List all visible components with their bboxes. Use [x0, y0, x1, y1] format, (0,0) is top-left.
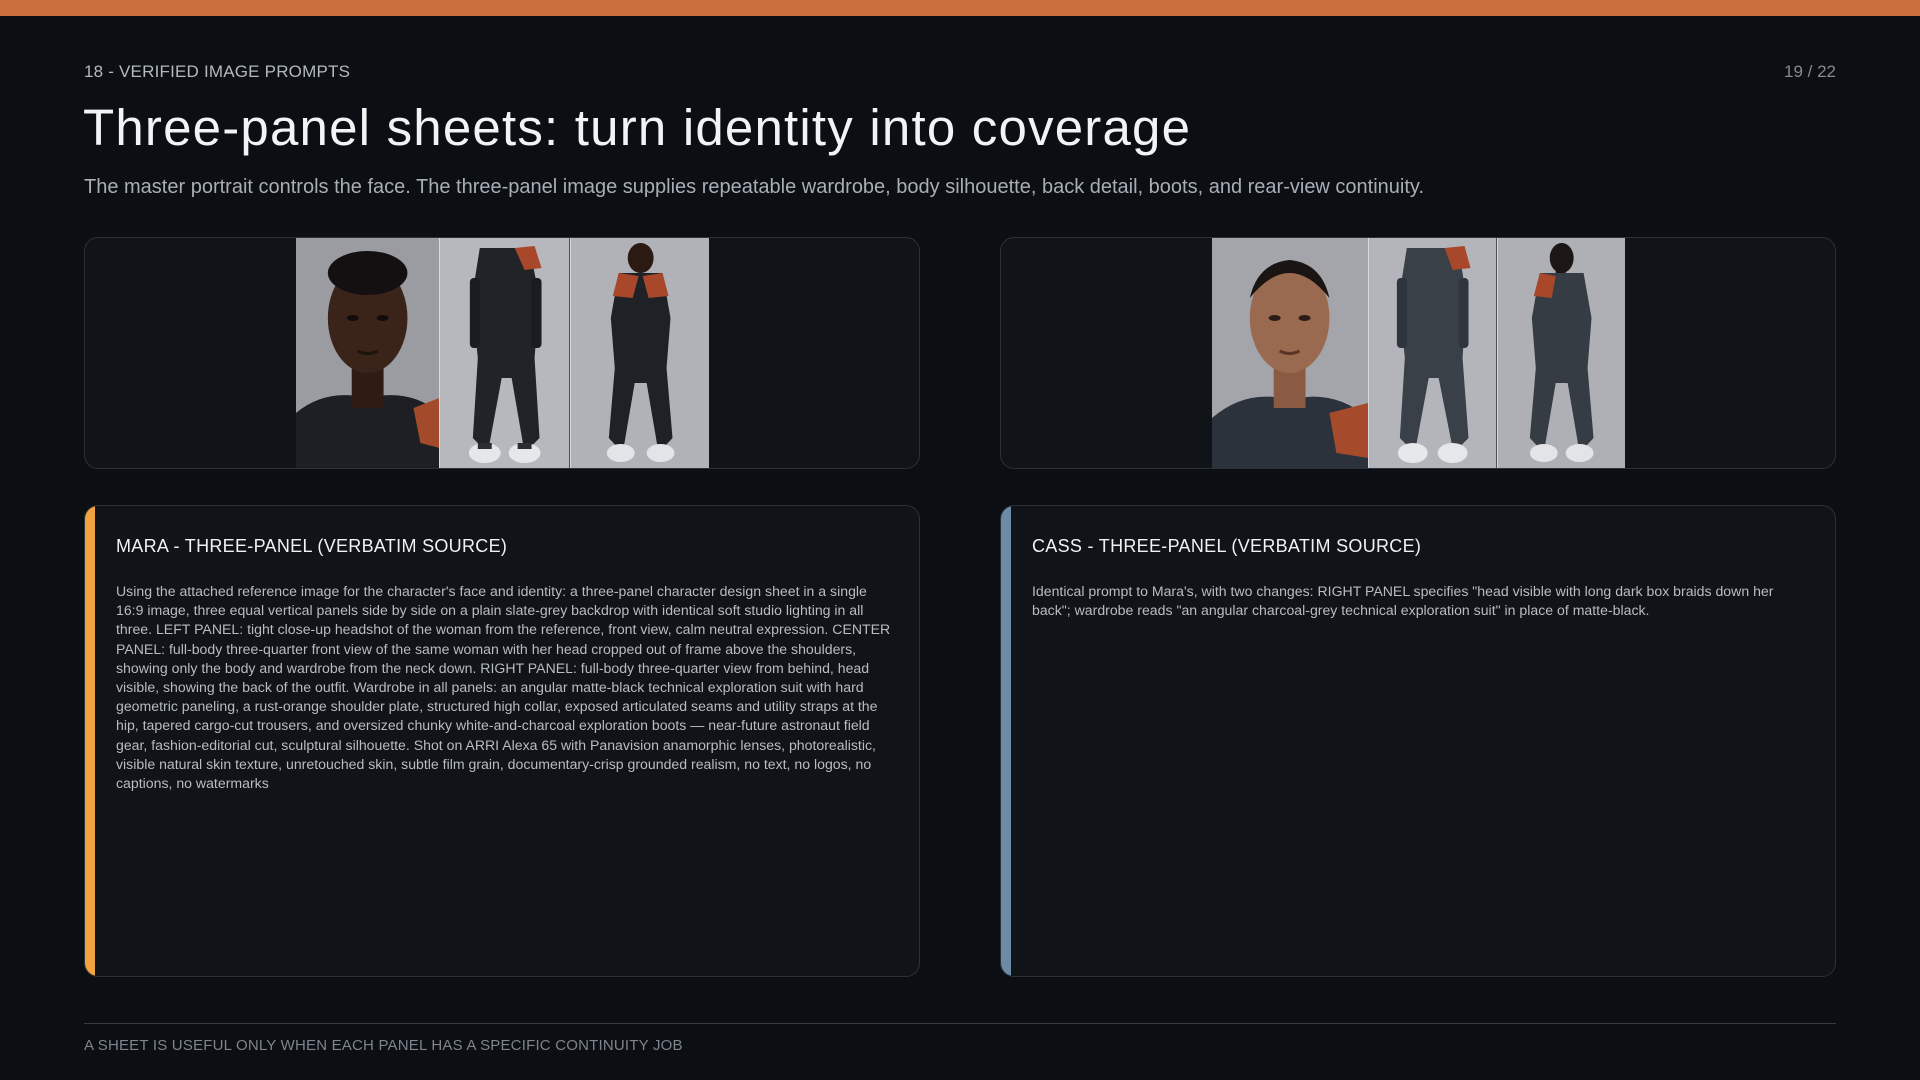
cass-three-panel-image	[1212, 238, 1625, 468]
mara-prompt-card: MARA - THREE-PANEL (VERBATIM SOURCE) Usi…	[84, 505, 920, 977]
mara-back-body-panel	[569, 238, 709, 468]
mara-card-heading: MARA - THREE-PANEL (VERBATIM SOURCE)	[116, 536, 508, 556]
cass-back-body-panel	[1496, 238, 1625, 468]
cass-prompt-text: Identical prompt to Mara's, with two cha…	[1032, 583, 1774, 619]
cass-front-body-panel	[1368, 238, 1497, 468]
mara-image-card	[84, 237, 920, 469]
mara-accent-bar	[85, 506, 95, 976]
mara-three-panel-image	[296, 238, 709, 468]
page-title: Three-panel sheets: turn identity into c…	[83, 99, 1192, 156]
page-subtitle: The master portrait controls the face. T…	[84, 176, 1424, 198]
cass-accent-bar	[1001, 506, 1011, 976]
top-accent-bar	[0, 0, 1920, 16]
mara-front-body-panel	[439, 238, 570, 468]
cass-prompt-card: CASS - THREE-PANEL (VERBATIM SOURCE) Ide…	[1000, 505, 1836, 977]
cass-card-heading: CASS - THREE-PANEL (VERBATIM SOURCE)	[1032, 536, 1422, 556]
page-number: 19 / 22	[1784, 62, 1836, 81]
footer-caption: A SHEET IS USEFUL ONLY WHEN EACH PANEL H…	[84, 1037, 683, 1054]
cass-headshot-panel	[1212, 238, 1369, 468]
section-label: 18 - VERIFIED IMAGE PROMPTS	[84, 62, 351, 81]
mara-headshot-panel	[296, 238, 440, 468]
cass-image-card	[1000, 237, 1836, 469]
footer-divider	[84, 1023, 1836, 1024]
mara-prompt-text: Using the attached reference image for t…	[116, 583, 891, 792]
